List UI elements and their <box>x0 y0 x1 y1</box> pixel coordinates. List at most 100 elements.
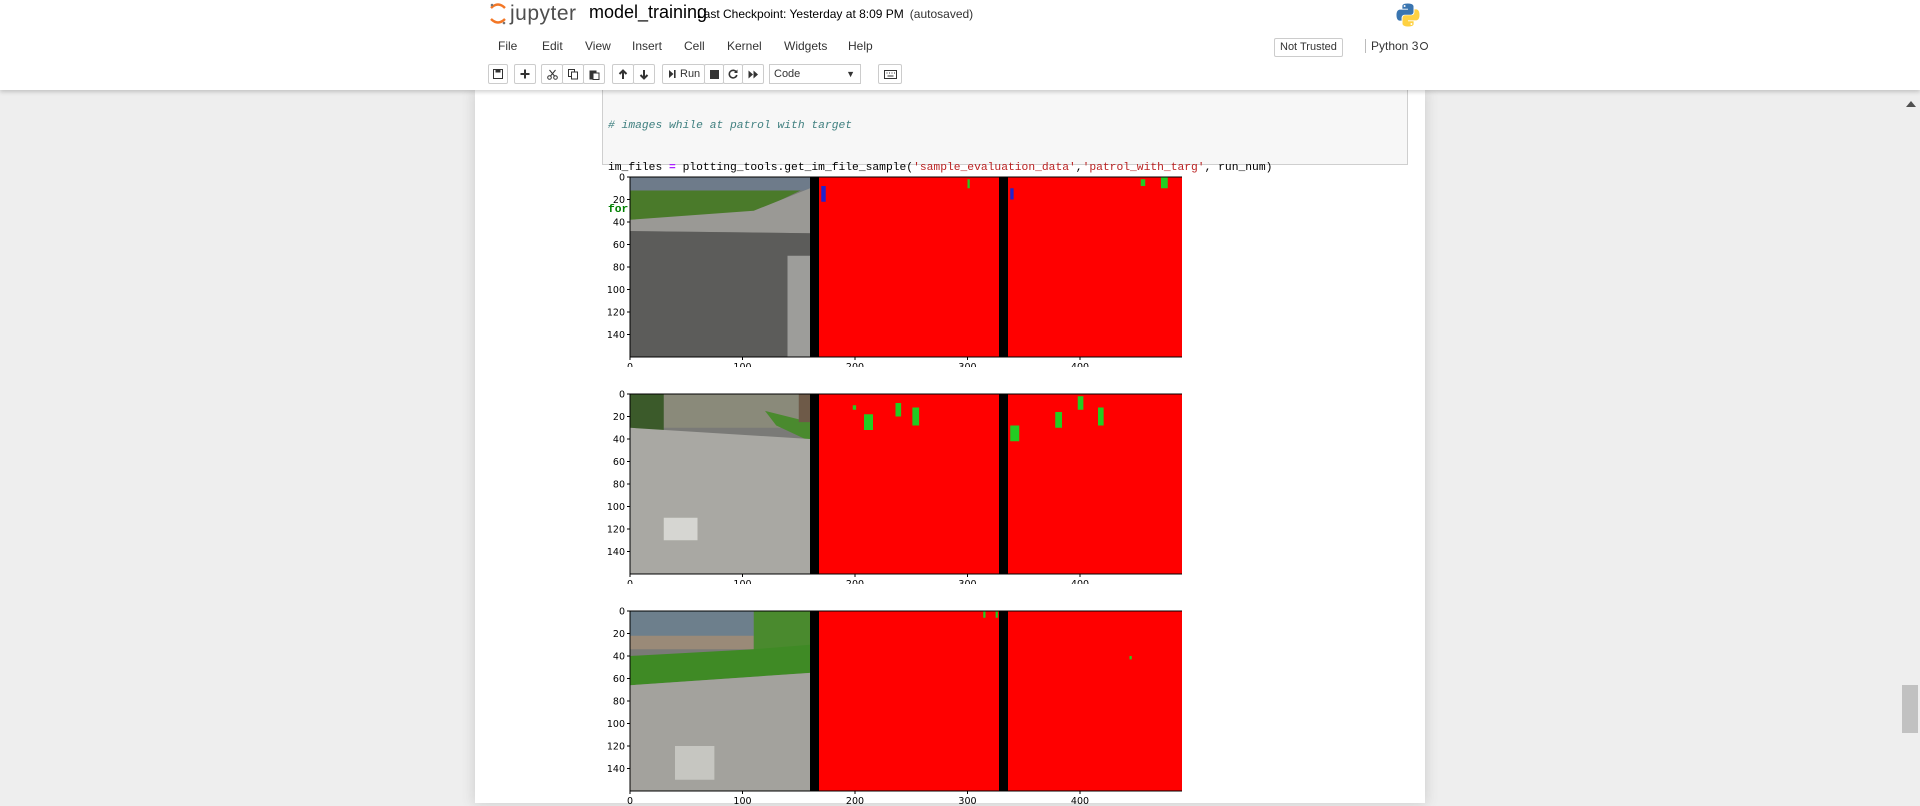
camera-image <box>630 394 810 574</box>
y-tick-label: 140 <box>607 547 625 558</box>
y-tick-label: 60 <box>613 457 625 468</box>
y-tick-label: 100 <box>607 719 625 730</box>
image-gap <box>999 177 1008 357</box>
cell-type-value: Code <box>774 68 800 80</box>
menu-edit[interactable]: Edit <box>542 39 563 53</box>
y-tick-label: 0 <box>619 390 625 401</box>
y-tick-label: 20 <box>613 195 625 206</box>
image-gap <box>999 394 1008 574</box>
mask-blob <box>853 405 856 410</box>
cut-icon <box>547 69 558 80</box>
keyboard-icon <box>884 70 897 79</box>
menu-file[interactable]: File <box>498 39 517 53</box>
y-tick-label: 40 <box>613 435 625 446</box>
restart-icon <box>728 69 738 79</box>
menu-kernel[interactable]: Kernel <box>727 39 762 53</box>
image-gap <box>810 611 819 791</box>
paste-button[interactable] <box>583 64 605 84</box>
fast-forward-icon <box>748 70 759 79</box>
move-down-button[interactable] <box>633 64 655 84</box>
menu-view[interactable]: View <box>585 39 611 53</box>
x-tick-label: 0 <box>627 796 633 806</box>
image-gap <box>999 611 1008 791</box>
image-gap <box>810 177 819 357</box>
segmentation-mask <box>819 611 999 791</box>
y-tick-label: 140 <box>607 330 625 341</box>
plus-icon <box>520 69 530 79</box>
not-trusted-button[interactable]: Not Trusted <box>1274 38 1343 57</box>
segmentation-mask <box>819 394 999 574</box>
mask-blob <box>968 179 970 188</box>
y-tick-label: 80 <box>613 697 625 708</box>
arrow-up-icon <box>618 69 628 80</box>
camera-image <box>630 611 810 791</box>
menu-widgets[interactable]: Widgets <box>784 39 827 53</box>
image-gap <box>810 394 819 574</box>
x-tick-label: 200 <box>846 796 864 806</box>
mask-blob <box>1130 656 1132 659</box>
command-palette-button[interactable] <box>878 64 902 84</box>
segmentation-mask <box>819 177 999 357</box>
notebook-title[interactable]: model_training <box>589 2 707 23</box>
restart-run-all-button[interactable] <box>742 64 764 84</box>
save-icon <box>493 69 503 79</box>
jupyter-logo[interactable]: jupyter <box>488 2 577 26</box>
mask-blob <box>983 611 985 618</box>
move-up-button[interactable] <box>612 64 634 84</box>
mask-blob <box>896 403 902 417</box>
code-line: # images while at patrol with target <box>608 119 1402 133</box>
mask-blob <box>912 408 919 426</box>
output-image-1: 0204060801001201400100200300400 <box>602 172 1182 367</box>
x-tick-label: 300 <box>958 362 976 367</box>
x-tick-label: 300 <box>958 579 976 584</box>
y-tick-label: 0 <box>619 173 625 184</box>
mask-blob <box>1010 188 1013 199</box>
code-cell-input[interactable]: # images while at patrol with target im_… <box>602 90 1408 165</box>
y-tick-label: 120 <box>607 525 625 536</box>
run-icon <box>668 69 677 79</box>
y-tick-label: 20 <box>613 412 625 423</box>
y-tick-label: 40 <box>613 218 625 229</box>
segmentation-mask <box>1008 611 1182 791</box>
checkpoint-status: Last Checkpoint: Yesterday at 8:09 PM(au… <box>697 7 973 21</box>
mask-blob <box>1098 408 1104 426</box>
menu-cell[interactable]: Cell <box>684 39 705 53</box>
x-tick-label: 0 <box>627 579 633 584</box>
run-label: Run <box>680 68 700 80</box>
segmentation-mask <box>1008 177 1182 357</box>
mask-blob <box>821 186 826 202</box>
mask-background <box>819 394 999 574</box>
y-tick-label: 40 <box>613 652 625 663</box>
x-tick-label: 100 <box>733 796 751 806</box>
y-tick-label: 0 <box>619 607 625 618</box>
mask-background <box>1008 611 1182 791</box>
save-button[interactable] <box>488 64 508 84</box>
y-tick-label: 80 <box>613 480 625 491</box>
jupyter-logo-icon <box>488 2 508 26</box>
mask-blob <box>1141 179 1146 186</box>
paste-icon <box>589 69 600 80</box>
y-tick-label: 100 <box>607 502 625 513</box>
mask-blob <box>996 611 998 618</box>
x-tick-label: 400 <box>1071 362 1089 367</box>
cell-type-select[interactable]: Code ▼ <box>769 64 861 84</box>
y-tick-label: 100 <box>607 285 625 296</box>
cut-button[interactable] <box>541 64 563 84</box>
insert-cell-button[interactable] <box>514 64 536 84</box>
x-tick-label: 200 <box>846 579 864 584</box>
restart-button[interactable] <box>723 64 743 84</box>
scrollbar-thumb[interactable] <box>1902 685 1918 733</box>
output-image-3: 0204060801001201400100200300400 <box>602 606 1182 806</box>
run-button[interactable]: Run <box>662 64 705 84</box>
scroll-up-icon[interactable] <box>1906 94 1916 112</box>
output-image-2: 0204060801001201400100200300400 <box>602 389 1182 584</box>
menu-help[interactable]: Help <box>848 39 873 53</box>
mask-background <box>819 177 999 357</box>
menu-insert[interactable]: Insert <box>632 39 662 53</box>
chevron-down-icon: ▼ <box>846 65 855 83</box>
copy-button[interactable] <box>562 64 584 84</box>
y-tick-label: 120 <box>607 308 625 319</box>
mask-blob <box>864 414 873 430</box>
interrupt-button[interactable] <box>704 64 724 84</box>
x-tick-label: 100 <box>733 362 751 367</box>
